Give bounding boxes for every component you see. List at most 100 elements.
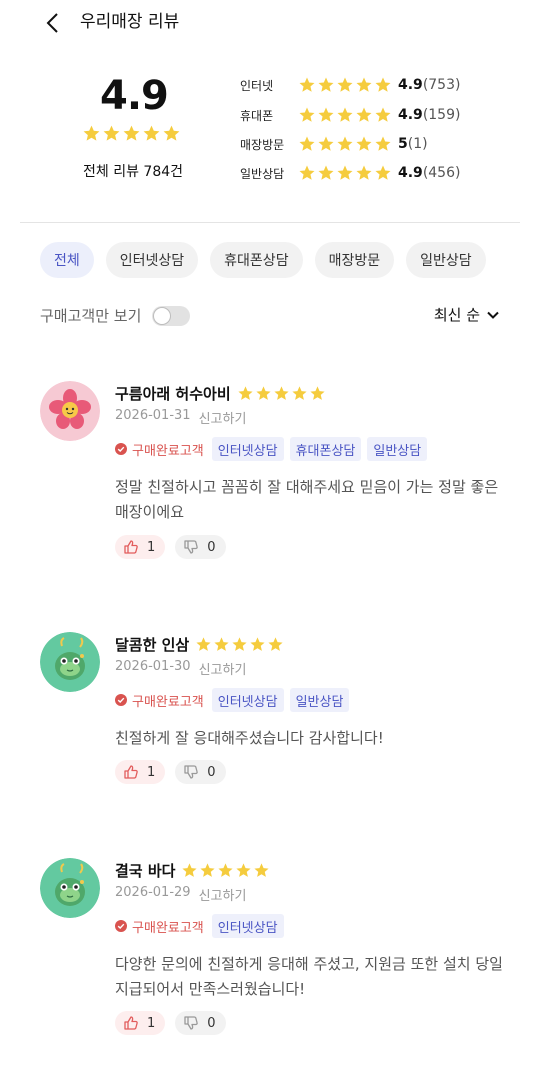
category-score: 4.9 — [398, 107, 423, 123]
toggle-knob — [153, 307, 171, 325]
star-icon — [356, 165, 372, 180]
review-tags: 구매완료고객 인터넷상담 — [115, 914, 284, 938]
average-stars — [82, 124, 181, 143]
review-date: 2026-01-30 — [115, 659, 191, 674]
star-icon — [299, 107, 315, 122]
category-label: 매장방문 — [240, 137, 285, 152]
category-stars — [298, 106, 392, 124]
star-icon — [318, 165, 334, 180]
review-tags: 구매완료고객 인터넷상담 휴대폰상담 일반상담 — [115, 437, 428, 461]
filter-chips: 전체 인터넷상담 휴대폰상담 매장방문 일반상담 — [40, 242, 486, 278]
like-count: 1 — [147, 1015, 156, 1031]
chip-general-consult[interactable]: 일반상담 — [406, 242, 486, 278]
review-header: 결국 바다 — [115, 860, 270, 881]
star-icon — [318, 136, 334, 151]
star-icon — [182, 863, 198, 877]
dislike-count: 0 — [207, 539, 216, 555]
like-button[interactable]: 1 — [115, 760, 166, 784]
star-icon — [337, 165, 353, 180]
review-item: 구름아래 허수아비 2026-01-31 신고하기 구매완료고객 인터넷상담 휴… — [40, 381, 510, 561]
star-icon — [123, 125, 140, 141]
star-icon — [356, 77, 372, 92]
review-meta: 2026-01-29 신고하기 — [115, 885, 246, 904]
like-count: 1 — [147, 764, 156, 780]
buyer-badge-label: 구매완료고객 — [132, 443, 204, 459]
dislike-button[interactable]: 0 — [175, 535, 226, 559]
sort-dropdown[interactable]: 최신 순 — [434, 304, 500, 325]
star-icon — [318, 77, 334, 92]
category-stars — [298, 164, 392, 182]
chip-internet-consult[interactable]: 인터넷상담 — [105, 242, 199, 278]
ginseng-avatar-icon — [40, 858, 100, 918]
report-link[interactable]: 신고하기 — [199, 659, 247, 678]
star-icon — [299, 77, 315, 92]
back-button[interactable] — [40, 10, 66, 36]
buyer-badge: 구매완료고객 — [115, 691, 204, 710]
category-count: (456) — [422, 165, 461, 181]
buyer-badge: 구매완료고객 — [115, 917, 204, 936]
star-icon — [200, 863, 216, 877]
review-header: 달콤한 인삼 — [115, 634, 284, 655]
category-count: (159) — [422, 107, 461, 123]
star-icon — [299, 136, 315, 151]
star-icon — [274, 386, 289, 400]
divider — [20, 222, 520, 223]
rating-summary: 4.9 전체 리뷰 784건 인터넷 4.9 (753) 휴대폰 4.9 (159)… — [0, 60, 541, 200]
buyer-badge-label: 구매완료고객 — [132, 920, 204, 936]
review-item: 달콤한 인삼 2026-01-30 신고하기 구매완료고객 인터넷상담 일반상담… — [40, 632, 510, 792]
buyer-badge: 구매완료고객 — [115, 440, 204, 459]
total-review-count: 전체 리뷰 784건 — [83, 161, 183, 181]
star-icon — [143, 125, 160, 141]
thumbs-up-icon — [124, 540, 138, 554]
total-review-label: 전체 리뷰 — [83, 164, 144, 180]
chip-phone-consult[interactable]: 휴대폰상담 — [210, 242, 303, 278]
thumbs-down-icon — [184, 765, 199, 779]
star-icon — [292, 386, 307, 400]
category-stars — [298, 135, 392, 153]
flower-avatar-icon — [40, 381, 100, 441]
like-count: 1 — [147, 539, 156, 555]
star-icon — [254, 863, 270, 877]
review-stars — [195, 636, 284, 653]
chip-store-visit[interactable]: 매장방문 — [314, 242, 395, 278]
star-icon — [337, 77, 353, 92]
star-icon — [103, 125, 120, 141]
chip-all[interactable]: 전체 — [40, 242, 94, 278]
buyer-only-toggle[interactable] — [152, 306, 190, 326]
star-icon — [299, 165, 315, 180]
star-icon — [238, 386, 253, 400]
report-link[interactable]: 신고하기 — [199, 408, 247, 427]
category-rating-internet: 인터넷 4.9 (753) — [240, 73, 460, 97]
dislike-button[interactable]: 0 — [175, 1011, 226, 1035]
category-label: 인터넷 — [240, 78, 274, 93]
review-meta: 2026-01-31 신고하기 — [115, 408, 246, 427]
star-icon — [375, 136, 391, 151]
review-tag: 인터넷상담 — [211, 914, 284, 938]
star-icon — [337, 107, 353, 122]
review-tags: 구매완료고객 인터넷상담 일반상담 — [115, 688, 350, 712]
reviewer-nickname: 결국 바다 — [115, 862, 176, 880]
reviewer-nickname: 구름아래 허수아비 — [115, 385, 231, 403]
star-icon — [250, 637, 265, 651]
average-score: 4.9 — [100, 73, 169, 119]
category-count: (1) — [407, 136, 428, 152]
star-icon — [375, 165, 391, 180]
review-stars — [181, 862, 270, 879]
chevron-down-icon — [487, 311, 499, 319]
star-icon — [337, 136, 353, 151]
thumbs-down-icon — [184, 1016, 199, 1030]
star-icon — [236, 863, 252, 877]
category-score: 5 — [398, 136, 408, 152]
filter-bar: 구매고객만 보기 최신 순 — [40, 303, 500, 329]
star-icon — [83, 125, 100, 141]
like-button[interactable]: 1 — [115, 1011, 166, 1035]
buyer-badge-label: 구매완료고객 — [132, 694, 204, 710]
dislike-button[interactable]: 0 — [175, 760, 226, 784]
check-circle-icon — [115, 694, 127, 706]
star-icon — [268, 637, 283, 651]
like-button[interactable]: 1 — [115, 535, 166, 559]
category-stars — [298, 76, 392, 94]
report-link[interactable]: 신고하기 — [199, 885, 247, 904]
review-text: 정말 친절하시고 꼼꼼히 잘 대해주세요 믿음이 가는 정말 좋은 매장이에요 — [115, 478, 499, 521]
avatar — [40, 381, 100, 441]
